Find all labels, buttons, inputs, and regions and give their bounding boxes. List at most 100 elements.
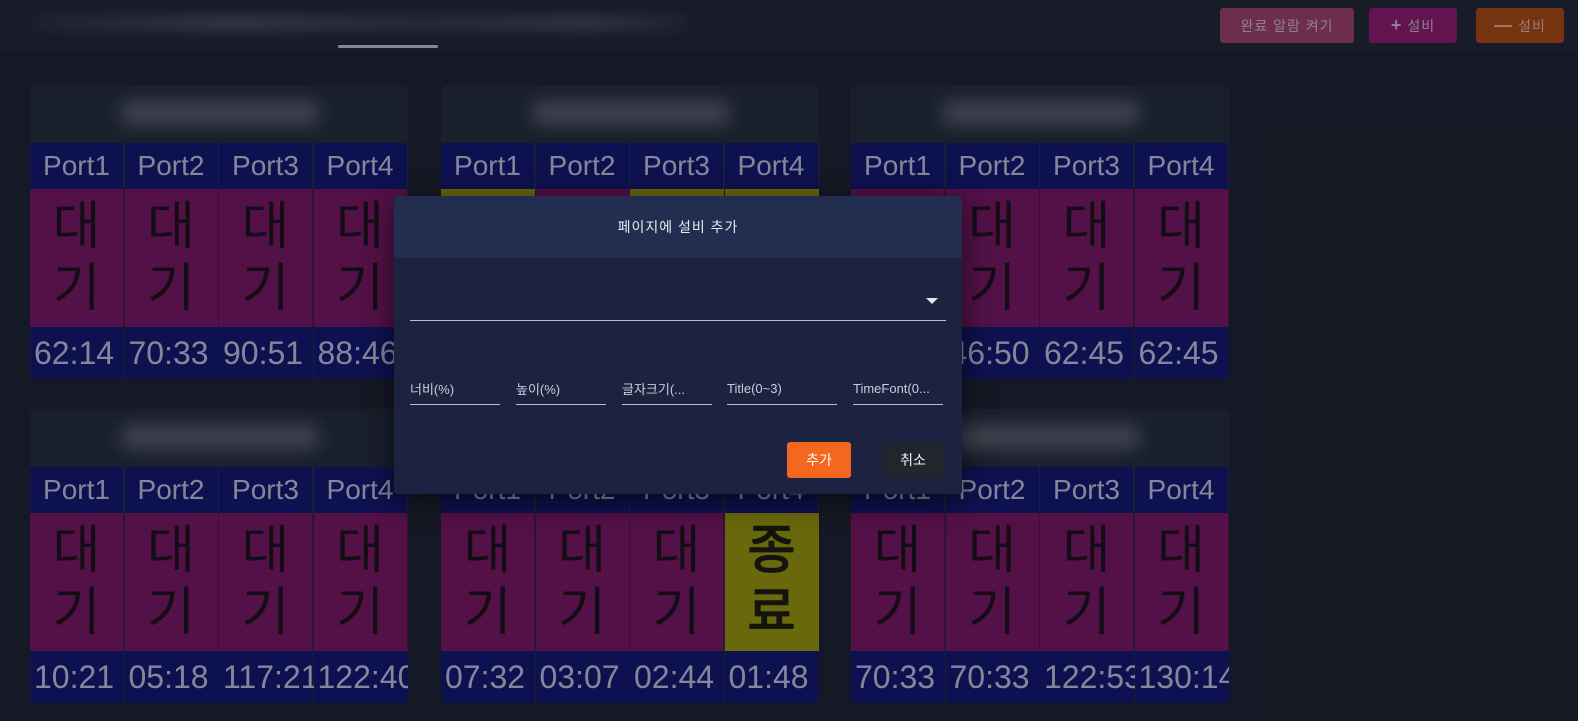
port-status-char: 종: [747, 521, 796, 581]
add-equipment-label: 설비: [1407, 17, 1436, 34]
time-font-field[interactable]: TimeFont(0...: [853, 372, 943, 405]
height-field[interactable]: 높이(%): [516, 372, 606, 405]
port-timer: 130:14: [1134, 651, 1229, 703]
redacted-equipment-name: [941, 101, 1141, 125]
active-tab-indicator: [338, 45, 438, 48]
port-timer: 62:45: [1134, 327, 1229, 379]
port-status-char: 기: [1157, 583, 1205, 643]
port-timer: 10:21: [30, 651, 124, 703]
port-column: Port4종료01:48: [724, 467, 819, 703]
port-status-char: 기: [1062, 259, 1111, 319]
port-timer: 70:33: [124, 327, 219, 379]
port-status: 대기: [1040, 513, 1134, 651]
port-status-char: 기: [463, 583, 512, 643]
equipment-card-title: [30, 409, 408, 467]
port-timer: 02:44: [630, 651, 724, 703]
port-status-char: 기: [336, 259, 384, 319]
port-status-char: 기: [147, 259, 195, 319]
port-label: Port4: [1134, 143, 1229, 189]
port-label: Port3: [1040, 467, 1134, 513]
port-status: 대기: [535, 513, 630, 651]
port-status: 대기: [1134, 189, 1229, 327]
port-status-char: 기: [147, 583, 195, 643]
port-label: Port3: [1040, 143, 1134, 189]
dropdown-caret-icon[interactable]: [926, 298, 938, 304]
port-timer: 62:14: [30, 327, 124, 379]
port-label: Port3: [219, 143, 313, 189]
port-status-char: 대: [336, 521, 384, 581]
port-status: 대기: [124, 189, 219, 327]
port-status-char: 기: [52, 583, 101, 643]
port-label: Port1: [441, 143, 535, 189]
port-status-char: 기: [241, 259, 290, 319]
port-column: Port1대기07:32: [441, 467, 535, 703]
port-status-char: 기: [652, 583, 701, 643]
width-field[interactable]: 너비(%): [410, 372, 500, 405]
port-timer: 03:07: [535, 651, 630, 703]
remove-equipment-label: 설비: [1518, 17, 1546, 34]
equipment-card-title: [30, 85, 408, 143]
port-label: Port3: [219, 467, 313, 513]
port-status-char: 기: [241, 583, 290, 643]
port-status-char: 기: [336, 583, 384, 643]
port-column: Port2대기03:07: [535, 467, 630, 703]
port-status-char: 대: [1157, 197, 1205, 257]
port-column: Port3 대 기 117:21: [219, 467, 319, 703]
port-status-char: 대: [463, 521, 512, 581]
redacted-equipment-name: [120, 425, 320, 449]
redacted-header-text: [30, 14, 690, 32]
port-label: Port2: [535, 143, 630, 189]
port-timer: 07:32: [441, 651, 535, 703]
port-status-char: 기: [873, 583, 922, 643]
font-size-field[interactable]: 글자크기(...: [622, 372, 712, 405]
port-timer: 70:33: [945, 651, 1040, 703]
redacted-equipment-name: [531, 101, 731, 125]
port-timer: 117:21: [219, 651, 319, 703]
port-column: Port3 대 기 90:51: [219, 143, 313, 379]
alarm-toggle-button[interactable]: 완료 알람 켜기: [1220, 8, 1354, 43]
port-column: Port2 대 기 70:33: [124, 143, 219, 379]
port-label: Port4: [1134, 467, 1229, 513]
port-status: 대기: [219, 513, 313, 651]
add-equipment-dialog: 페이지에 설비 추가 너비(%) 높이(%) 글자크기(... Title(0~…: [394, 196, 962, 494]
port-status-char: 대: [1157, 521, 1205, 581]
port-status-char: 대: [968, 521, 1016, 581]
remove-equipment-button[interactable]: — 설비: [1476, 8, 1564, 43]
port-column: Port4 대 기 130:14: [1134, 467, 1229, 703]
equipment-card-title: [851, 85, 1229, 143]
port-status-char: 대: [241, 521, 290, 581]
port-column: Port1 대 기 10:21: [30, 467, 124, 703]
port-column: Port4 대 기 122:40: [313, 467, 408, 703]
port-label: Port1: [30, 467, 124, 513]
port-status-char: 대: [241, 197, 290, 257]
dialog-cancel-button[interactable]: 취소: [882, 442, 944, 478]
port-column: Port3 대 기 62:45: [1040, 143, 1134, 379]
port-status: 대기: [124, 513, 219, 651]
port-label: Port4: [313, 143, 408, 189]
port-column: Port3대기02:44: [630, 467, 724, 703]
port-status-char: 대: [52, 521, 101, 581]
port-status-char: 기: [968, 259, 1016, 319]
port-status-char: 대: [52, 197, 101, 257]
dialog-add-button[interactable]: 추가: [787, 442, 851, 478]
port-label: Port3: [630, 143, 724, 189]
port-status: 대기: [1134, 513, 1229, 651]
port-status-char: 대: [652, 521, 701, 581]
add-equipment-button[interactable]: + 설비: [1369, 8, 1457, 43]
top-bar: 완료 알람 켜기 + 설비 — 설비: [0, 0, 1578, 51]
port-label: Port4: [724, 143, 819, 189]
port-status-char: 기: [558, 583, 606, 643]
port-timer: 122:40: [313, 651, 408, 703]
minus-icon: —: [1494, 15, 1514, 35]
port-column: Port1대기70:33: [851, 467, 945, 703]
port-status-char: 대: [336, 197, 384, 257]
port-status: 대기: [630, 513, 724, 651]
title-field[interactable]: Title(0~3): [727, 372, 837, 405]
port-status: 대기: [30, 513, 124, 651]
port-status: 대기: [1040, 189, 1134, 327]
port-timer: 70:33: [851, 651, 945, 703]
port-status-char: 대: [873, 521, 922, 581]
port-status-char: 료: [747, 583, 796, 643]
port-column: Port2 대 기 05:18: [124, 467, 219, 703]
equipment-select[interactable]: [410, 286, 946, 321]
